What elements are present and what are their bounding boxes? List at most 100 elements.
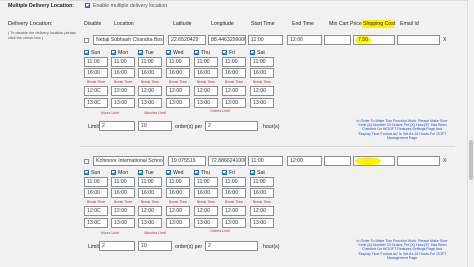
break-start-input[interactable]: 12:00 [166, 86, 190, 96]
day-mon-checkbox[interactable] [111, 50, 116, 55]
break-end-input[interactable]: 13:00 [111, 98, 135, 108]
open-time-input[interactable]: 11:00 [84, 57, 108, 67]
break-end-input[interactable]: 13:00 [250, 218, 274, 228]
break-start-input[interactable]: 12:00 [222, 86, 246, 96]
break-start-input[interactable]: 12:00 [111, 86, 135, 96]
break-start-input[interactable]: 12:0C [84, 206, 108, 216]
start-time-input[interactable]: 11:00 [248, 35, 283, 45]
day-mon-checkbox[interactable] [111, 170, 116, 175]
open-time-input[interactable]: 11:00 [194, 57, 218, 67]
day-wed-checkbox[interactable] [166, 50, 171, 55]
remove-location-button[interactable]: X [443, 158, 446, 164]
location-name-input[interactable]: Kohinoor International School H [93, 156, 164, 166]
minutes-limit-input[interactable]: 10 [138, 241, 172, 251]
latitude-input[interactable]: 19.075519 [168, 156, 206, 166]
open-time-input[interactable]: 11:00 [222, 57, 246, 67]
break-end-input[interactable]: 13:00 [250, 98, 274, 108]
break-start-input[interactable]: 12:00 [166, 206, 190, 216]
day-wed-checkbox[interactable] [166, 170, 171, 175]
min-cart-price-input[interactable] [324, 35, 351, 45]
break-start-input[interactable]: 12:00 [194, 86, 218, 96]
day-wed-label: Wed [173, 50, 184, 56]
break-end-input[interactable]: 13:0C [84, 98, 108, 108]
break-start-input[interactable]: 12:00 [111, 206, 135, 216]
break-start-input[interactable]: 12:00 [250, 206, 274, 216]
break-start-input[interactable]: 12:0C [84, 86, 108, 96]
hours-limit-input[interactable]: 2 [205, 241, 258, 251]
disable-checkbox[interactable] [84, 159, 89, 164]
longitude-input[interactable]: 72.8866241000 [208, 156, 246, 166]
break-start-input[interactable]: 12:00 [222, 206, 246, 216]
open-time-input[interactable]: 11:00 [222, 177, 246, 187]
orders-limit-input[interactable]: 2 [99, 241, 135, 251]
minutes-limit-input[interactable]: 10 [138, 121, 172, 131]
open-time-input[interactable]: 11:00 [166, 177, 190, 187]
scrollbar[interactable] [467, 0, 474, 267]
open-time-input[interactable]: 11:00 [111, 177, 135, 187]
min-cart-price-input[interactable] [324, 156, 351, 166]
open-time-input[interactable]: 11:00 [194, 177, 218, 187]
scrollbar-thumb[interactable] [469, 140, 473, 180]
open-time-input[interactable]: 11:00 [111, 57, 135, 67]
close-time-input[interactable]: 16:00 [111, 68, 135, 78]
break-end-input[interactable]: 13:00 [222, 218, 246, 228]
close-time-input[interactable]: 16:00 [166, 188, 190, 198]
break-end-input[interactable]: 13:00 [166, 218, 190, 228]
shipping-cost-input[interactable] [353, 156, 395, 166]
day-sat-checkbox[interactable] [250, 170, 255, 175]
disable-checkbox[interactable] [84, 38, 89, 43]
break-start-input[interactable]: 12:00 [250, 86, 274, 96]
break-end-input[interactable]: 13:00 [194, 98, 218, 108]
end-time-input[interactable]: 12:00 [287, 156, 322, 166]
open-time-input[interactable]: 11:00 [138, 177, 162, 187]
hours-limit-input[interactable]: 2 [205, 121, 258, 131]
email-input[interactable] [397, 156, 440, 166]
open-time-input[interactable]: 11:00 [250, 57, 274, 67]
open-time-input[interactable]: 11:00 [84, 177, 108, 187]
day-tue-checkbox[interactable] [138, 50, 143, 55]
break-start-input[interactable]: 12:00 [138, 86, 162, 96]
location-name-input[interactable]: Netaji Subhash Chandra Bose In [93, 35, 164, 45]
day-sun-checkbox[interactable] [84, 170, 89, 175]
break-end-input[interactable]: 13:00 [194, 218, 218, 228]
open-time-input[interactable]: 11:00 [250, 177, 274, 187]
break-end-input[interactable]: 13:00 [222, 98, 246, 108]
orders-limit-input[interactable]: 2 [99, 121, 135, 131]
day-sat-checkbox[interactable] [250, 50, 255, 55]
day-sun-checkbox[interactable] [84, 50, 89, 55]
start-time-input[interactable]: 11:00 [248, 156, 283, 166]
close-time-input[interactable]: 16:00 [84, 188, 108, 198]
remove-location-button[interactable]: X [443, 37, 446, 43]
close-time-input[interactable]: 16:00 [250, 68, 274, 78]
break-end-input[interactable]: 13:00 [138, 98, 162, 108]
close-time-input[interactable]: 16:00 [222, 188, 246, 198]
close-time-input[interactable]: 16:00 [138, 188, 162, 198]
close-time-input[interactable]: 16:00 [222, 68, 246, 78]
day-fri-checkbox[interactable] [222, 50, 227, 55]
break-start-input[interactable]: 12:00 [138, 206, 162, 216]
end-time-input[interactable]: 12:00 [287, 35, 322, 45]
close-time-input[interactable]: 16:00 [84, 68, 108, 78]
close-time-input[interactable]: 16:00 [138, 68, 162, 78]
open-time-input[interactable]: 11:00 [166, 57, 190, 67]
break-end-input[interactable]: 13:0C [84, 218, 108, 228]
email-input[interactable] [397, 35, 440, 45]
break-end-input[interactable]: 13:00 [111, 218, 135, 228]
day-tue-checkbox[interactable] [138, 170, 143, 175]
enable-multiple-delivery-checkbox[interactable] [85, 3, 90, 8]
break-start-input[interactable]: 12:00 [194, 206, 218, 216]
day-thu-checkbox[interactable] [194, 170, 199, 175]
day-fri-checkbox[interactable] [222, 170, 227, 175]
close-time-input[interactable]: 16:00 [194, 68, 218, 78]
latitude-input[interactable]: 22.6520429 [168, 35, 206, 45]
break-end-input[interactable]: 13:00 [138, 218, 162, 228]
close-time-input[interactable]: 16:00 [166, 68, 190, 78]
shipping-cost-input[interactable]: 7.50 [353, 35, 395, 45]
open-time-input[interactable]: 11:00 [138, 57, 162, 67]
close-time-input[interactable]: 16:00 [250, 188, 274, 198]
break-end-input[interactable]: 13:00 [166, 98, 190, 108]
day-thu-checkbox[interactable] [194, 50, 199, 55]
longitude-input[interactable]: 88.4463299000 [208, 35, 246, 45]
close-time-input[interactable]: 16:00 [194, 188, 218, 198]
close-time-input[interactable]: 16:00 [111, 188, 135, 198]
